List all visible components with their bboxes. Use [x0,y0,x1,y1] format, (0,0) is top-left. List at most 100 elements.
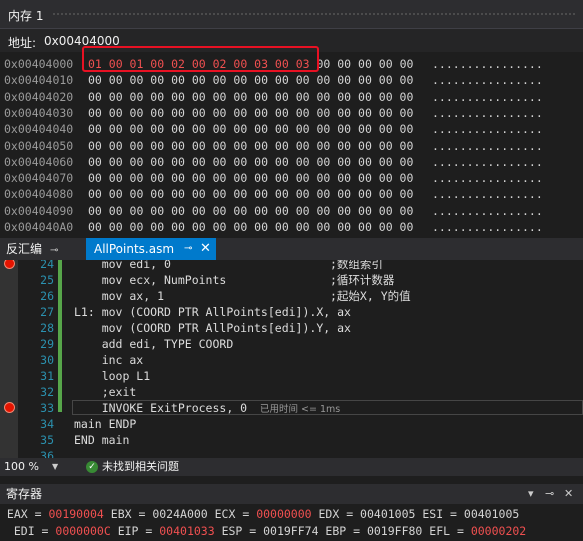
tab-disassembly-label: 反汇编 [6,242,43,256]
unchanged-bytes: 00 00 00 00 00 00 00 00 00 00 00 00 00 0… [88,154,414,169]
code-text: inc ax [74,353,144,367]
memory-window-title-text: 内存 1 [8,9,44,23]
code-line[interactable]: 31 loop L1 [0,368,583,384]
memory-bytes: 00 00 00 00 00 00 00 00 00 00 00 00 00 0… [88,89,413,105]
code-comment: ;数组索引 [330,260,383,271]
code-text: mov edi, 0 [74,260,171,271]
memory-grid: 0x00404000 01 00 01 00 02 00 02 00 03 00 … [0,52,583,236]
code-comment: ;循环计数器 [330,273,395,287]
memory-row: 0x00404070 00 00 00 00 00 00 00 00 00 00 … [0,170,583,186]
code-text: L1: mov (COORD PTR AllPoints[edi]).X, ax [74,305,351,319]
memory-bytes: 00 00 00 00 00 00 00 00 00 00 00 00 00 0… [88,105,413,121]
memory-bytes: 00 00 00 00 00 00 00 00 00 00 00 00 00 0… [88,186,413,202]
register-text: EDX = 00401005 ESI = 00401005 [311,507,520,521]
code-text: loop L1 [74,369,151,383]
pin-icon[interactable]: ⊸ [184,238,192,260]
code-editor[interactable]: 24 mov edi, 0 ;数组索引 25 mov ecx, NumPoints;… [0,260,583,458]
register-text: EIP = [110,524,160,538]
unchanged-bytes: 00 00 00 00 00 00 00 00 00 00 00 00 00 0… [88,220,414,234]
memory-bytes: 00 00 00 00 00 00 00 00 00 00 00 00 00 0… [88,170,413,186]
address-label: 地址: [8,36,37,50]
register-text: EAX = [0,507,49,521]
close-icon[interactable]: ✕ [564,484,573,504]
memory-row: 0x00404080 00 00 00 00 00 00 00 00 00 00 … [0,186,583,202]
line-number: 25 [40,273,54,287]
memory-bytes: 00 00 00 00 00 00 00 00 00 00 00 00 00 0… [88,121,413,137]
line-number: 24 [40,260,54,271]
register-row: EAX = 00190004 EBX = 0024A000 ECX = 0000… [0,506,519,522]
unchanged-bytes: 00 00 00 00 00 00 00 00 00 00 00 00 00 0… [88,203,414,218]
unchanged-bytes: 00 00 00 00 00 00 00 00 00 00 00 00 00 0… [88,122,414,137]
zoom-level[interactable]: 100 % [4,458,39,476]
unchanged-bytes: 00 00 00 00 00 00 00 00 00 00 00 00 00 0… [88,187,414,202]
memory-ascii: ................ [432,105,543,120]
chevron-down-icon[interactable]: ▾ [528,484,534,504]
line-number: 33 [40,401,54,415]
register-value-changed: 00190004 [48,507,104,521]
code-line[interactable]: 27 L1: mov (COORD PTR AllPoints[edi]).X, … [0,304,583,320]
code-line[interactable]: 30 inc ax [0,352,583,368]
memory-row: 0x00404090 00 00 00 00 00 00 00 00 00 00 … [0,203,583,219]
code-text: END main [74,433,130,447]
memory-address: 0x00404060 [4,154,74,169]
memory-address: 0x00404010 [4,73,74,88]
memory-row: 0x00404040 00 00 00 00 00 00 00 00 00 00 … [0,121,583,137]
memory-row: 0x00404010 00 00 00 00 00 00 00 00 00 00 … [0,72,583,88]
code-line[interactable]: 28 mov (COORD PTR AllPoints[edi]).Y, ax [0,320,583,336]
code-line[interactable]: 36 [0,448,583,458]
close-icon[interactable]: ✕ [200,238,211,260]
tab-allpoints-asm[interactable]: AllPoints.asm ⊸ ✕ [86,238,216,260]
check-icon: ✓ [86,461,98,473]
memory-row: 0x004040A0 00 00 00 00 00 00 00 00 00 00 … [0,219,583,235]
memory-bytes: 00 00 00 00 00 00 00 00 00 00 00 00 00 0… [88,138,413,154]
code-text: mov ax, 1 [74,289,165,303]
memory-ascii: ................ [432,187,543,202]
unchanged-bytes: 00 00 00 00 00 00 00 00 00 00 00 00 00 0… [88,171,414,186]
memory-address: 0x00404050 [4,138,74,153]
issues-status[interactable]: 未找到相关问题 [102,458,179,476]
registers-window-title: 寄存器 ▾ ⊸ ✕ [0,484,583,504]
title-grip[interactable] [52,12,577,17]
memory-ascii: ................ [432,73,543,88]
chevron-down-icon[interactable]: ▼ [52,458,58,476]
tab-disassembly[interactable]: 反汇编 ⊸ [6,238,58,260]
code-line[interactable]: 25 mov ecx, NumPoints ;循环计数器 [0,272,583,288]
memory-ascii: ................ [432,171,543,186]
code-text: add edi, TYPE COORD [74,337,234,351]
code-line[interactable]: 29 add edi, TYPE COORD [0,336,583,352]
memory-window-title: 内存 1 [0,0,583,28]
code-text: main ENDP [74,417,137,431]
pin-icon[interactable]: ⊸ [545,484,554,504]
line-number: 31 [40,369,54,383]
memory-ascii: ................ [432,57,543,71]
line-number: 32 [40,385,54,399]
memory-row: 0x00404030 00 00 00 00 00 00 00 00 00 00 … [0,105,583,121]
pin-icon[interactable]: ⊸ [50,245,58,256]
code-line[interactable]: 32 ;exit [0,384,583,400]
registers-body: EAX = 00190004 EBX = 0024A000 ECX = 0000… [0,504,583,541]
code-text: mov ecx, NumPoints [74,273,227,287]
register-value-changed: 00401033 [159,524,215,538]
register-text: EBX = 0024A000 ECX = [103,507,257,521]
memory-bytes: 00 00 00 00 00 00 00 00 00 00 00 00 00 0… [88,154,413,170]
code-line[interactable]: 26 mov ax, 1 ;起始X, Y的值 [0,288,583,304]
register-text: EDI = [0,524,56,538]
tab-allpoints-asm-label: AllPoints.asm [94,242,175,256]
code-text: INVOKE ExitProcess, 0 [74,401,248,415]
register-text: ESP = 0019FF74 EBP = 0019FF80 EFL = [214,524,471,538]
register-row: EDI = 0000000C EIP = 00401033 ESP = 0019… [0,523,526,539]
code-line[interactable]: 24 mov edi, 0 ;数组索引 [0,260,583,272]
code-line[interactable]: 35 END main [0,432,583,448]
line-number: 26 [40,289,54,303]
memory-ascii: ................ [432,89,543,104]
memory-address: 0x00404040 [4,122,74,137]
code-line[interactable]: 34 main ENDP [0,416,583,432]
memory-bytes: 00 00 00 00 00 00 00 00 00 00 00 00 00 0… [88,72,413,88]
unchanged-bytes: 00 00 00 00 00 00 00 00 00 00 00 00 00 0… [88,89,414,104]
memory-bytes: 00 00 00 00 00 00 00 00 00 00 00 00 00 0… [88,203,413,219]
editor-tab-strip: 反汇编 ⊸ AllPoints.asm ⊸ ✕ [0,238,583,262]
memory-address: 0x00404020 [4,89,74,104]
unchanged-bytes: 00 00 00 00 00 00 00 00 00 00 00 00 00 0… [88,105,414,120]
line-number: 30 [40,353,54,367]
memory-address: 0x00404000 [4,57,74,71]
